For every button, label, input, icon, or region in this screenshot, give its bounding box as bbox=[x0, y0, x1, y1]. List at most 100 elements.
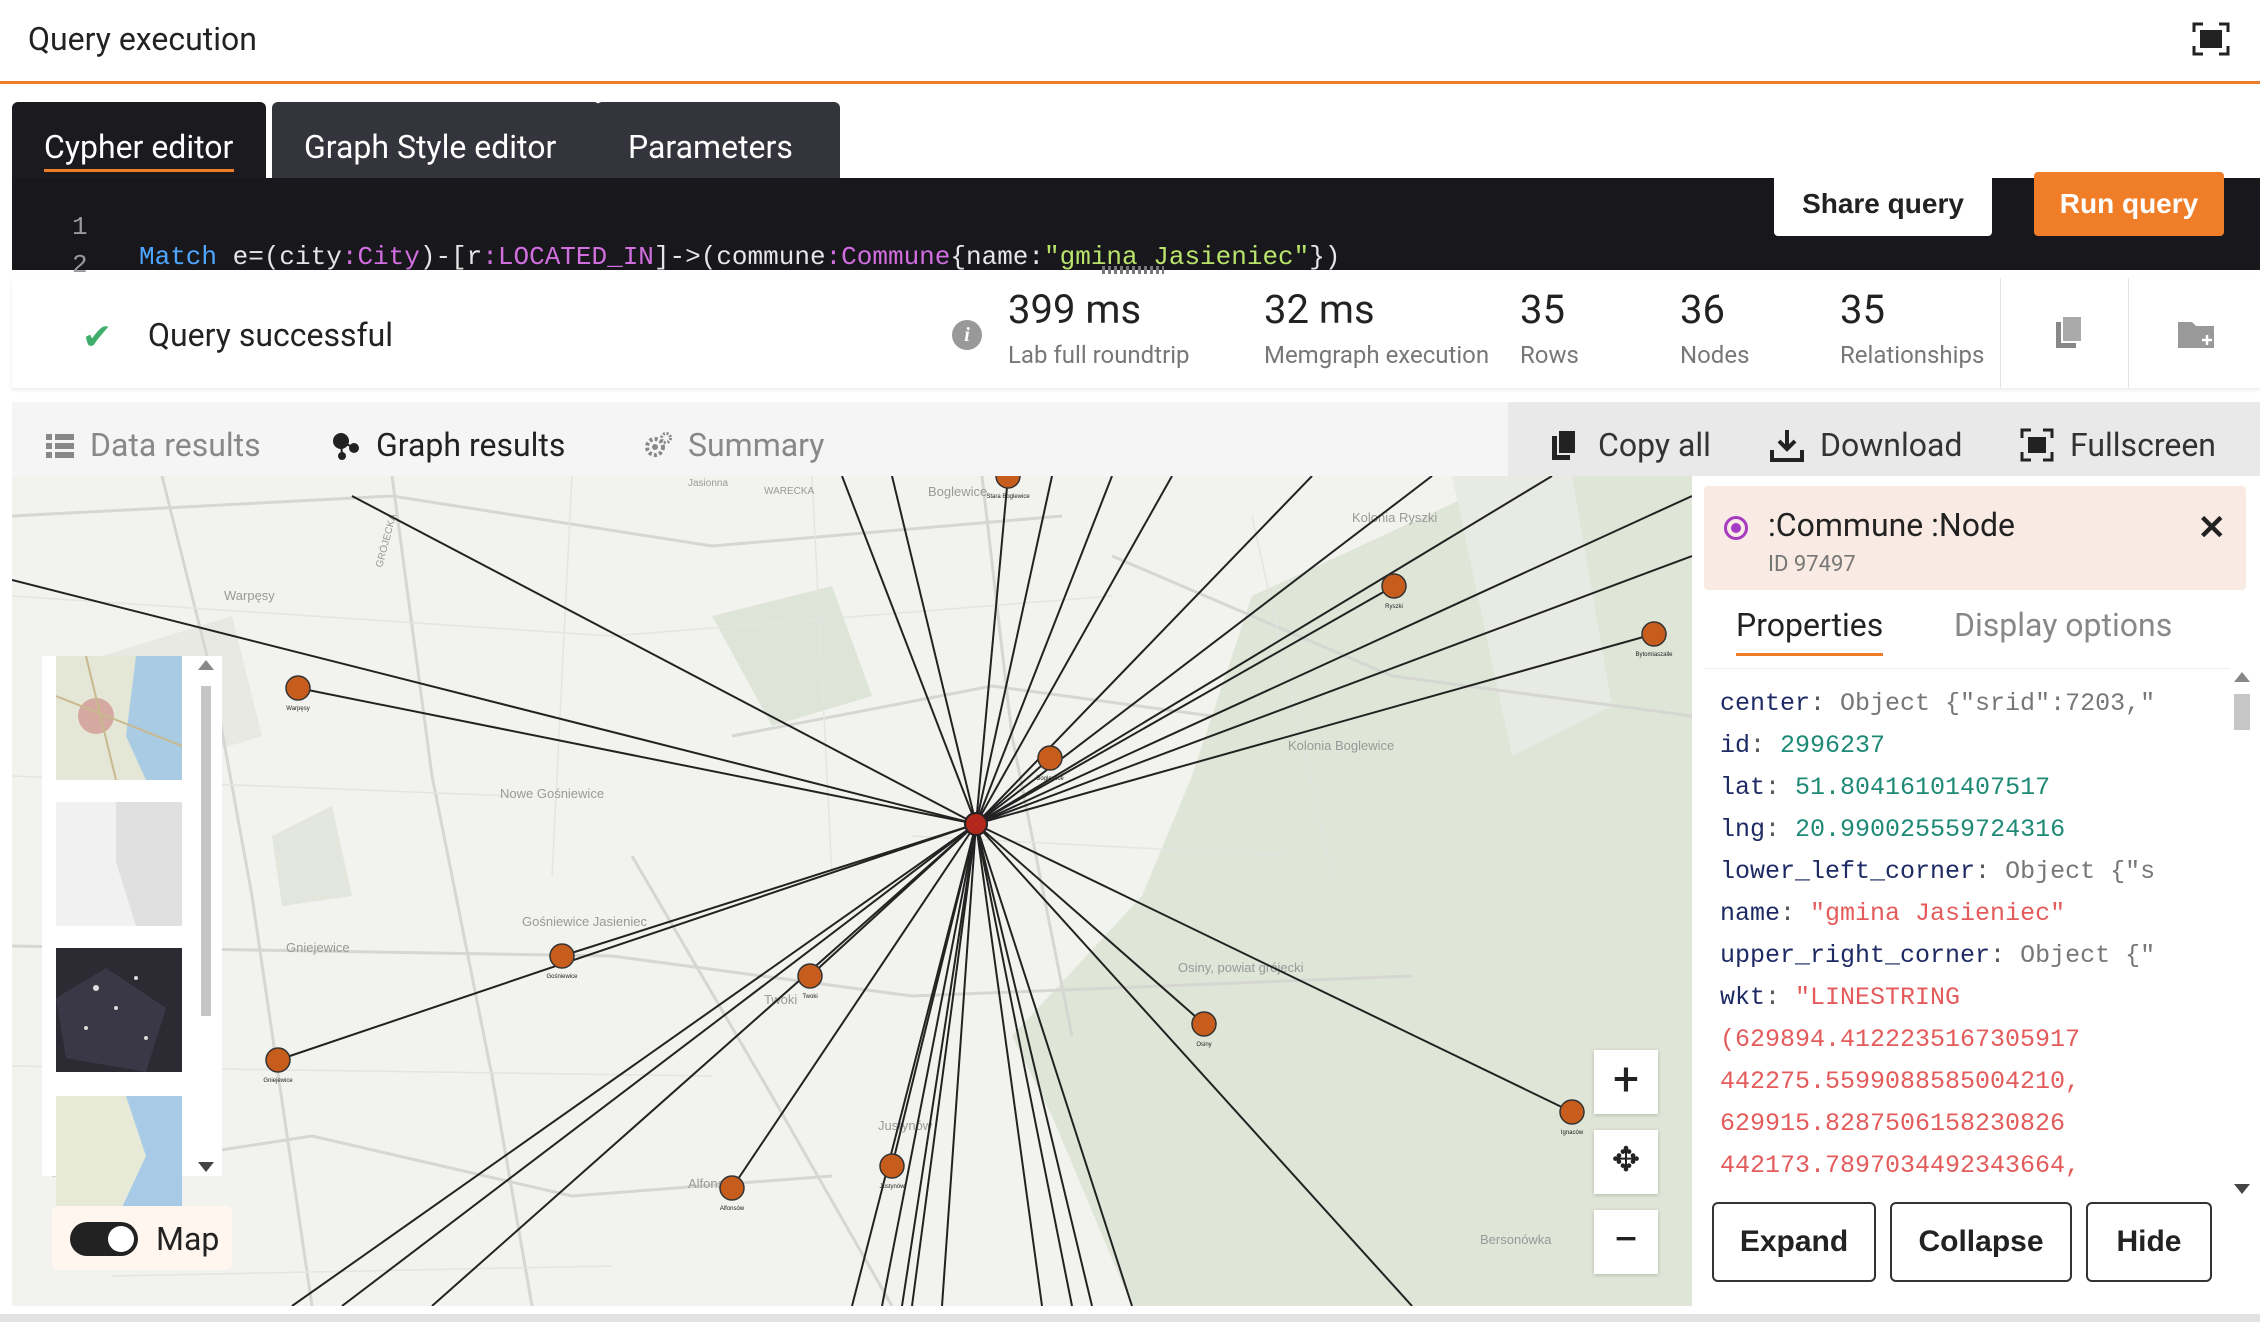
city-node-label: Warpęsy bbox=[286, 706, 309, 712]
panel-title: Query execution bbox=[28, 20, 257, 58]
city-node-label: Ignaców bbox=[1561, 1130, 1584, 1136]
query-status-bar: ✔ Query successful i 399 ms Lab full roun… bbox=[12, 278, 2260, 388]
node-header: :Commune :Node ID 97497 ✕ bbox=[1704, 486, 2246, 590]
map-place-label: Kolonia Ryszki bbox=[1352, 510, 1437, 525]
map-place-label: Nowe Gośniewice bbox=[500, 786, 604, 801]
close-icon[interactable]: ✕ bbox=[2198, 508, 2227, 548]
map-toggle[interactable]: Map bbox=[52, 1206, 232, 1270]
map-canvas[interactable]: Warpęsy Nowe Gośniewice Gniejewice Gośni… bbox=[12, 476, 1692, 1306]
graph-map-view[interactable]: Warpęsy Nowe Gośniewice Gniejewice Gośni… bbox=[12, 476, 1692, 1306]
city-node-label: Gośniewice bbox=[546, 974, 578, 980]
city-node[interactable]: Gniejewice bbox=[263, 1047, 293, 1084]
editor-resize-handle[interactable] bbox=[1102, 266, 1164, 274]
map-place-label: Gniejewice bbox=[286, 940, 350, 955]
city-node-circle[interactable] bbox=[549, 943, 575, 969]
property-row: upper_right_corner: Object {" bbox=[1720, 941, 2156, 970]
tab-graph-results[interactable]: Graph results bbox=[332, 426, 566, 486]
tab-summary[interactable]: Summary bbox=[644, 426, 824, 464]
city-node[interactable]: Justynów bbox=[879, 1153, 905, 1190]
node-details-panel: :Commune :Node ID 97497 ✕ Properties Dis… bbox=[1692, 476, 2260, 1322]
map-place-label: Boglewice bbox=[928, 484, 987, 499]
city-node-circle[interactable] bbox=[719, 1175, 745, 1201]
fullscreen-button[interactable]: Fullscreen bbox=[2020, 426, 2216, 464]
city-node[interactable]: Warpęsy bbox=[285, 675, 311, 712]
run-query-button[interactable]: Run query bbox=[2034, 172, 2224, 236]
map-toggle-switch[interactable] bbox=[70, 1222, 138, 1256]
download-icon bbox=[1770, 430, 1804, 462]
city-node-circle[interactable] bbox=[1641, 621, 1667, 647]
city-node-label: Justynów bbox=[879, 1184, 905, 1190]
tab-parameters[interactable]: Parameters bbox=[596, 102, 840, 178]
city-node-label: Ryszki bbox=[1385, 604, 1403, 610]
property-wkt-line: 442275.5599088585004210, bbox=[1720, 1067, 2081, 1096]
zoom-in-button[interactable]: + bbox=[1594, 1050, 1658, 1114]
center-graph-button[interactable]: ✥ bbox=[1594, 1130, 1658, 1194]
property-wkt-line: 442173.7897034492343664, bbox=[1720, 1151, 2081, 1180]
download-button[interactable]: Download bbox=[1770, 426, 1962, 464]
copy-icon bbox=[1552, 429, 1577, 460]
tab-cypher-editor[interactable]: Cypher editor bbox=[12, 102, 266, 178]
map-place-label: Bersonówka bbox=[1480, 1232, 1552, 1247]
property-row: lng: 20.990025559724316 bbox=[1720, 815, 2066, 844]
city-node-circle[interactable] bbox=[1191, 1011, 1217, 1037]
tab-data-results[interactable]: Data results bbox=[46, 426, 261, 464]
copy-all-button[interactable]: Copy all bbox=[1548, 426, 1711, 464]
map-layer-thumb-streets[interactable] bbox=[56, 656, 182, 780]
city-node[interactable]: Ryszki bbox=[1381, 573, 1407, 610]
map-toggle-label: Map bbox=[156, 1220, 220, 1258]
city-node-circle[interactable] bbox=[1381, 573, 1407, 599]
map-place-label: Twoki bbox=[764, 992, 797, 1007]
city-node-label: Boglewice bbox=[1036, 776, 1064, 782]
share-query-button[interactable]: Share query bbox=[1774, 172, 1992, 236]
property-row: lat: 51.80416101407517 bbox=[1720, 773, 2051, 802]
city-node-label: Gniejewice bbox=[263, 1078, 293, 1084]
tab-properties[interactable]: Properties bbox=[1736, 606, 1884, 656]
stat-nodes: 36 Nodes bbox=[1680, 286, 1750, 369]
gears-icon bbox=[645, 432, 672, 457]
city-node-label: Stara Boglewice bbox=[986, 494, 1030, 500]
map-layer-picker[interactable] bbox=[42, 656, 222, 1220]
folder-icon[interactable] bbox=[2176, 314, 2216, 354]
info-icon[interactable]: i bbox=[952, 320, 982, 350]
city-node-circle[interactable] bbox=[797, 963, 823, 989]
property-row: center: Object {"srid":7203," bbox=[1720, 689, 2156, 718]
map-layer-thumb-light[interactable] bbox=[56, 802, 182, 926]
zoom-out-button[interactable]: − bbox=[1594, 1210, 1658, 1274]
map-place-label: WARECKA bbox=[764, 486, 815, 497]
fullscreen-icon bbox=[2020, 428, 2054, 462]
tab-display-options[interactable]: Display options bbox=[1954, 606, 2172, 644]
expand-button[interactable]: Expand bbox=[1712, 1202, 1876, 1282]
list-icon bbox=[46, 434, 74, 458]
property-row: name: "gmina Jasieniec" bbox=[1720, 899, 2066, 928]
tab-graph-style-editor[interactable]: Graph Style editor bbox=[272, 102, 600, 178]
city-node-circle[interactable] bbox=[879, 1153, 905, 1179]
check-icon: ✔ bbox=[82, 316, 113, 358]
map-layer-thumb-terrain[interactable] bbox=[56, 1096, 182, 1220]
stat-relationships: 35 Relationships bbox=[1840, 286, 1985, 369]
panel-header: Query execution bbox=[0, 0, 2260, 84]
collapse-button[interactable]: Collapse bbox=[1890, 1202, 2072, 1282]
code-line: 1 Match e=(city:City)-[r:LOCATED_IN]->(c… bbox=[72, 212, 1341, 272]
node-id: ID 97497 bbox=[1768, 552, 1856, 577]
result-actions: Copy all Download Fullscreen bbox=[1508, 402, 2260, 476]
layer-scrollbar[interactable] bbox=[192, 656, 220, 1176]
properties-scrollbar[interactable] bbox=[2228, 668, 2256, 1198]
node-type-icon bbox=[1724, 516, 1748, 540]
city-node[interactable]: Ignaców bbox=[1559, 1099, 1585, 1136]
property-wkt-line: (629894.4122235167305917 bbox=[1720, 1025, 2081, 1054]
divider bbox=[2128, 278, 2129, 388]
hide-button[interactable]: Hide bbox=[2086, 1202, 2212, 1282]
city-node-circle[interactable] bbox=[265, 1047, 291, 1073]
map-place-label: Warpęsy bbox=[224, 588, 275, 603]
node-labels: :Commune :Node bbox=[1768, 506, 2016, 544]
city-node-circle[interactable] bbox=[285, 675, 311, 701]
city-node-circle[interactable] bbox=[1559, 1099, 1585, 1125]
city-node[interactable]: Alfonsów bbox=[719, 1175, 745, 1212]
copy-icon[interactable] bbox=[2050, 314, 2090, 354]
fullscreen-icon[interactable] bbox=[2192, 22, 2230, 56]
city-node-circle[interactable] bbox=[1037, 745, 1063, 771]
center-node[interactable] bbox=[964, 812, 988, 836]
city-node[interactable]: Boglewice bbox=[1036, 745, 1064, 782]
property-row: wkt: "LINESTRING bbox=[1720, 983, 1961, 1012]
map-layer-thumb-dark[interactable] bbox=[56, 948, 182, 1072]
